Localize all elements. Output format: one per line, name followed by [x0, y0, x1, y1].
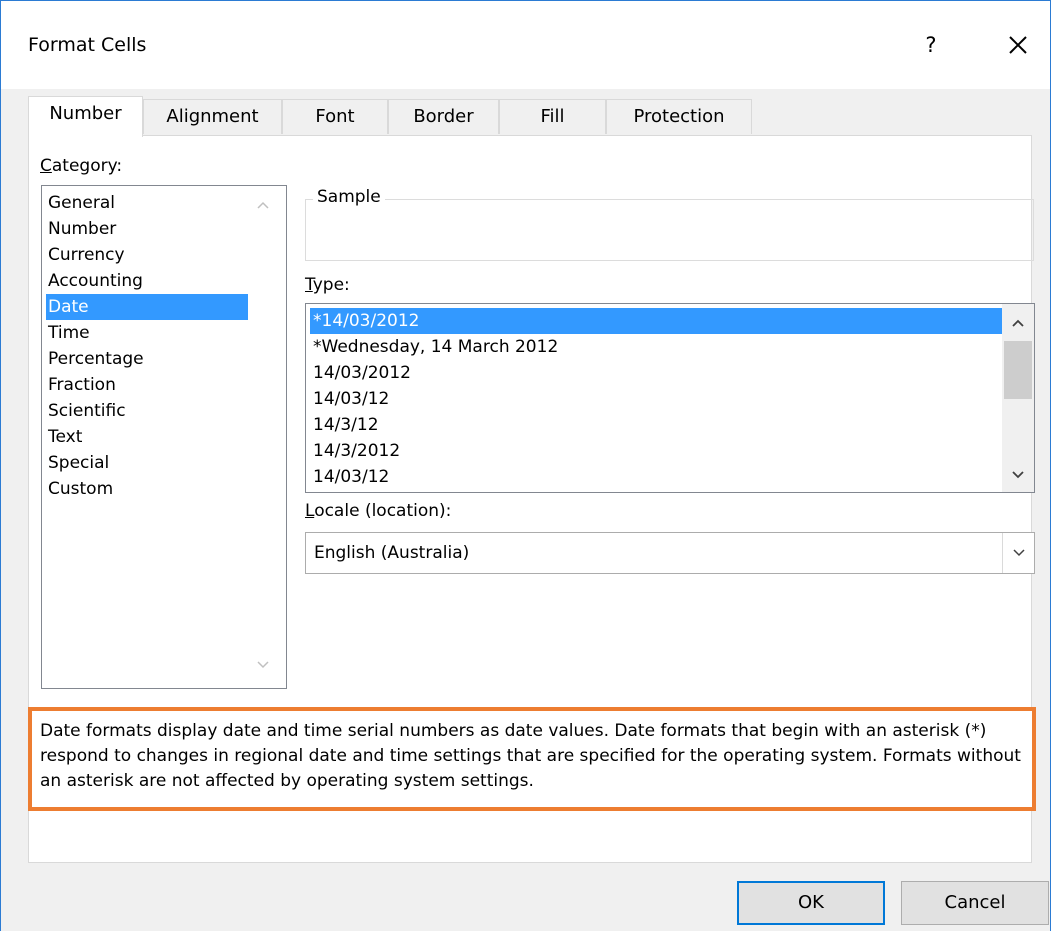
scroll-down-icon[interactable] [1011, 468, 1025, 482]
type-scrollbar[interactable] [1002, 304, 1034, 492]
type-item[interactable]: 14/3/12 [310, 412, 1002, 438]
description-box: Date formats display date and time seria… [28, 707, 1036, 811]
cancel-button[interactable]: Cancel [901, 881, 1049, 925]
category-item-accounting[interactable]: Accounting [46, 268, 248, 294]
title-bar: Format Cells ? [1, 1, 1050, 89]
category-item-custom[interactable]: Custom [46, 476, 248, 502]
tab-alignment[interactable]: Alignment [143, 99, 282, 134]
type-item[interactable]: 14/03/2012 [310, 360, 1002, 386]
type-item[interactable]: 14/3/2012 [310, 438, 1002, 464]
category-item-currency[interactable]: Currency [46, 242, 248, 268]
locale-dropdown[interactable]: English (Australia) [305, 532, 1035, 574]
format-cells-dialog: Format Cells ? Number Alignment Font Bor… [0, 0, 1051, 931]
type-item[interactable]: 14/03/12 [310, 464, 1002, 490]
category-item-fraction[interactable]: Fraction [46, 372, 248, 398]
category-item-time[interactable]: Time [46, 320, 248, 346]
tab-font[interactable]: Font [282, 99, 388, 134]
sample-group [305, 199, 1034, 261]
ok-button[interactable]: OK [737, 881, 885, 925]
chevron-down-icon [1013, 549, 1025, 557]
category-item-special[interactable]: Special [46, 450, 248, 476]
scroll-up-icon[interactable] [1011, 316, 1025, 330]
locale-value: English (Australia) [314, 543, 470, 563]
locale-label: Locale (location): [305, 501, 452, 521]
category-list[interactable]: General Number Currency Accounting Date … [41, 185, 287, 689]
help-button[interactable]: ? [919, 29, 943, 61]
scroll-thumb[interactable] [1004, 341, 1032, 399]
category-item-scientific[interactable]: Scientific [46, 398, 248, 424]
category-item-percentage[interactable]: Percentage [46, 346, 248, 372]
type-item[interactable]: *14/03/2012 [310, 308, 1002, 334]
dropdown-button[interactable] [1002, 533, 1034, 573]
scroll-down-icon[interactable] [256, 658, 270, 672]
close-icon[interactable] [1004, 31, 1032, 59]
type-label: Type: [305, 275, 350, 295]
category-item-text[interactable]: Text [46, 424, 248, 450]
sample-label: Sample [313, 187, 385, 207]
tab-protection[interactable]: Protection [606, 99, 752, 134]
category-item-date[interactable]: Date [46, 294, 248, 320]
type-item[interactable]: *Wednesday, 14 March 2012 [310, 334, 1002, 360]
scroll-up-icon[interactable] [256, 198, 270, 212]
type-list[interactable]: *14/03/2012 *Wednesday, 14 March 2012 14… [305, 303, 1035, 493]
description-text: Date formats display date and time seria… [40, 721, 1021, 791]
type-item[interactable]: 14/03/12 [310, 386, 1002, 412]
tab-number[interactable]: Number [28, 96, 143, 137]
category-item-number[interactable]: Number [46, 216, 248, 242]
category-item-general[interactable]: General [46, 190, 248, 216]
dialog-title: Format Cells [28, 34, 147, 56]
tab-border[interactable]: Border [388, 99, 499, 134]
tab-fill[interactable]: Fill [499, 99, 606, 134]
category-label: Category: [40, 156, 123, 176]
